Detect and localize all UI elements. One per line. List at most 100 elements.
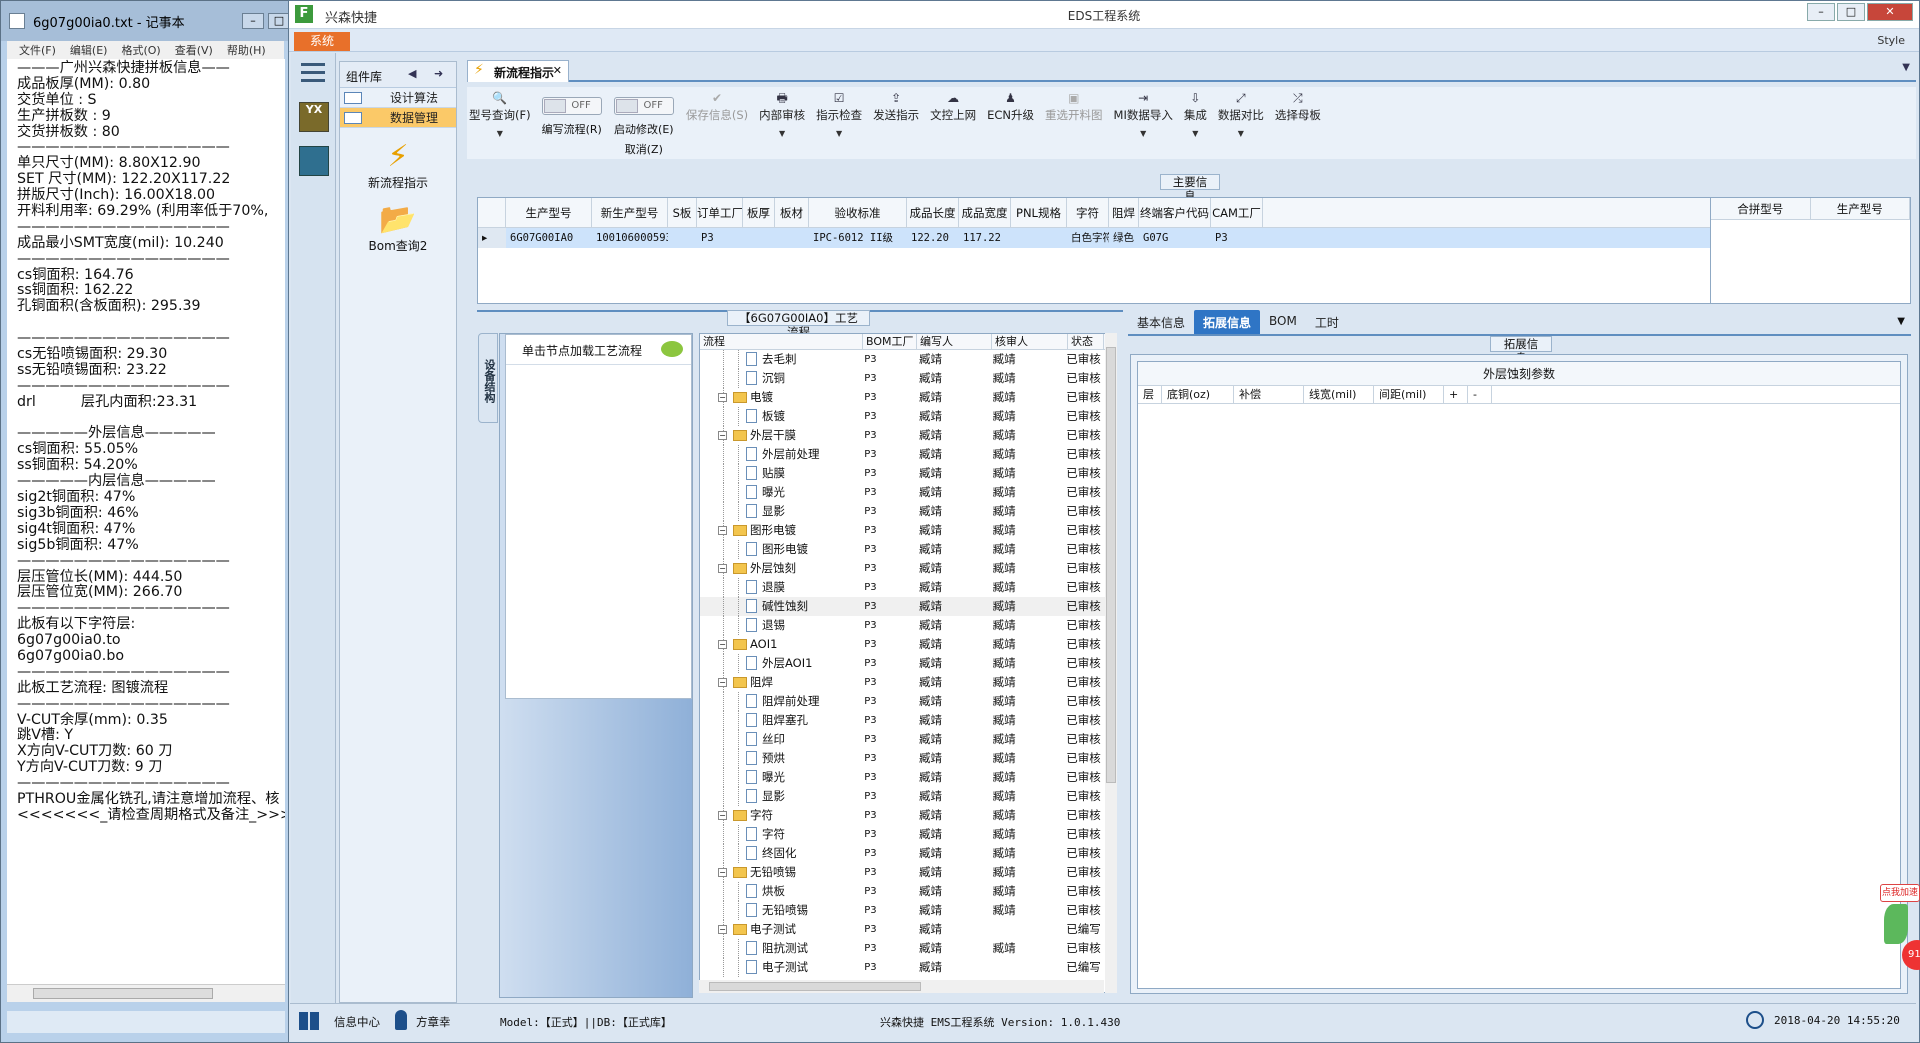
col-header[interactable]: 生产型号 bbox=[506, 198, 592, 227]
toggle-switch[interactable]: OFF bbox=[541, 97, 602, 115]
col-merge-model[interactable]: 合拼型号 bbox=[1711, 198, 1811, 219]
send-instruction-button[interactable]: ⇪ 发送指示 bbox=[873, 87, 919, 123]
tree-row[interactable]: 外层前处理 P3 臧靖 臧靖 已审核 bbox=[700, 445, 1116, 464]
tree-row[interactable]: 丝印 P3 臧靖 臧靖 已审核 bbox=[700, 730, 1116, 749]
chevron-down-icon[interactable]: ▼ bbox=[1192, 129, 1198, 138]
component-item-data-management[interactable]: 数据管理 bbox=[340, 108, 456, 128]
integrate-button[interactable]: ⇩ 集成 ▼ bbox=[1184, 87, 1207, 138]
maximize-button[interactable]: □ bbox=[1837, 3, 1865, 21]
row-indicator[interactable]: ▸ bbox=[478, 228, 506, 248]
speedup-label[interactable]: 点我加速 bbox=[1880, 884, 1920, 902]
collapse-arrow-icon[interactable]: ◀ bbox=[408, 67, 416, 80]
tab-equipment-structure[interactable]: 设备结构 bbox=[478, 333, 498, 423]
main-titlebar[interactable]: F 兴森快捷 EDS工程系统 – □ ✕ bbox=[289, 1, 1919, 29]
scroll-thumb[interactable] bbox=[709, 982, 921, 991]
upload-online-button[interactable]: ☁ 文控上网 bbox=[930, 87, 976, 123]
menu-edit[interactable]: 编辑(E) bbox=[70, 42, 108, 58]
edit-flow-toggle[interactable]: OFF 编写流程(R) bbox=[542, 87, 602, 137]
tree-row[interactable]: 字符 P3 臧靖 臧靖 已审核 bbox=[700, 825, 1116, 844]
minimize-button[interactable]: – bbox=[1807, 3, 1835, 21]
menu-file[interactable]: 文件(F) bbox=[19, 42, 56, 58]
system-button[interactable]: 系统 bbox=[294, 32, 350, 51]
col-header[interactable]: 板材 bbox=[775, 198, 809, 227]
chevron-down-icon[interactable]: ▼ bbox=[1140, 129, 1146, 138]
main-info-row[interactable]: ▸6G07G00IA010010600059316P3IPC-6012 II级1… bbox=[478, 228, 1910, 248]
collapse-icon[interactable]: − bbox=[718, 868, 727, 877]
speedup-widget[interactable]: 点我加速 91 bbox=[1880, 884, 1920, 974]
yx-module-icon[interactable]: YX bbox=[299, 102, 329, 132]
scroll-thumb[interactable] bbox=[1106, 347, 1116, 783]
tree-row[interactable]: 曝光 P3 臧靖 臧靖 已审核 bbox=[700, 768, 1116, 787]
chevron-down-icon[interactable]: ▼ bbox=[836, 129, 842, 138]
col-production-model[interactable]: 生产型号 bbox=[1811, 198, 1910, 219]
tab-extended-info[interactable]: 拓展信息 bbox=[1194, 310, 1261, 334]
tree-row[interactable]: 去毛刺 P3 臧靖 臧靖 已审核 bbox=[700, 350, 1116, 369]
col-process[interactable]: 流程 bbox=[700, 334, 863, 349]
chevron-down-icon[interactable]: ▼ bbox=[1238, 129, 1244, 138]
cell[interactable] bbox=[743, 228, 775, 248]
tab-basic-info[interactable]: 基本信息 bbox=[1128, 310, 1194, 334]
col-compensation[interactable]: 补偿 bbox=[1234, 386, 1304, 403]
instruction-check-button[interactable]: ☑ 指示检查 ▼ bbox=[816, 87, 862, 138]
tree-row[interactable]: − 外层蚀刻 P3 臧靖 臧靖 已审核 bbox=[700, 559, 1116, 578]
cell[interactable] bbox=[775, 228, 809, 248]
tree-row[interactable]: 阻抗测试 P3 臧靖 臧靖 已审核 bbox=[700, 939, 1116, 958]
chevron-down-icon[interactable]: ▼ bbox=[1897, 316, 1905, 327]
component-item-design-algorithm[interactable]: 设计算法 bbox=[340, 88, 456, 108]
tree-row[interactable]: 贴膜 P3 臧靖 臧靖 已审核 bbox=[700, 464, 1116, 483]
col-author[interactable]: 编写人 bbox=[917, 334, 992, 349]
tree-row[interactable]: − 电镀 P3 臧靖 臧靖 已审核 bbox=[700, 388, 1116, 407]
hamburger-menu-icon[interactable] bbox=[301, 63, 325, 82]
cell[interactable] bbox=[668, 228, 697, 248]
minimize-button[interactable]: – bbox=[242, 13, 264, 29]
speed-value-badge[interactable]: 91 bbox=[1902, 940, 1920, 970]
model-query-button[interactable]: 🔍 型号查询(F) ▼ bbox=[469, 87, 531, 138]
col-header[interactable]: PNL规格 bbox=[1011, 198, 1067, 227]
collapse-icon[interactable]: − bbox=[718, 678, 727, 687]
collapse-icon[interactable]: − bbox=[718, 564, 727, 573]
select-master-button[interactable]: ⤮ 选择母板 bbox=[1275, 87, 1321, 123]
ecn-upgrade-button[interactable]: ♟ ECN升级 bbox=[987, 87, 1034, 123]
notepad-titlebar[interactable]: 6g07g00ia0.txt - 记事本 – □ bbox=[1, 1, 290, 41]
tool-bom-query[interactable]: 📂 Bom查询2 bbox=[340, 203, 456, 254]
tree-row[interactable]: 退锡 P3 臧靖 臧靖 已审核 bbox=[700, 616, 1116, 635]
tree-row[interactable]: 电子测试 P3 臧靖 已编写 bbox=[700, 958, 1116, 977]
col-header[interactable]: 阻焊 bbox=[1109, 198, 1139, 227]
tree-row[interactable]: 曝光 P3 臧靖 臧靖 已审核 bbox=[700, 483, 1116, 502]
tree-row[interactable]: − 外层干膜 P3 臧靖 臧靖 已审核 bbox=[700, 426, 1116, 445]
cell[interactable]: P3 bbox=[697, 228, 743, 248]
cell[interactable]: 绿色 bbox=[1109, 228, 1139, 248]
info-center-link[interactable]: 信息中心 bbox=[334, 1014, 380, 1030]
tree-row[interactable]: − 图形电镀 P3 臧靖 臧靖 已审核 bbox=[700, 521, 1116, 540]
notepad-hscrollbar[interactable] bbox=[7, 984, 285, 1002]
cell[interactable]: P3 bbox=[1211, 228, 1263, 248]
collapse-icon[interactable]: − bbox=[718, 925, 727, 934]
internal-review-button[interactable]: 🖶 内部审核 ▼ bbox=[759, 87, 805, 138]
tree-row[interactable]: 显影 P3 臧靖 臧靖 已审核 bbox=[700, 502, 1116, 521]
tree-row[interactable]: 无铅喷锡 P3 臧靖 臧靖 已审核 bbox=[700, 901, 1116, 920]
tree-row[interactable]: 退膜 P3 臧靖 臧靖 已审核 bbox=[700, 578, 1116, 597]
col-header[interactable]: S板 bbox=[668, 198, 697, 227]
col-reviewer[interactable]: 核审人 bbox=[992, 334, 1068, 349]
tree-row[interactable]: − 无铅喷锡 P3 臧靖 臧靖 已审核 bbox=[700, 863, 1116, 882]
cell[interactable]: 白色字符 bbox=[1067, 228, 1109, 248]
tree-row[interactable]: − 字符 P3 臧靖 臧靖 已审核 bbox=[700, 806, 1116, 825]
col-header[interactable]: 验收标准 bbox=[809, 198, 907, 227]
chevron-down-icon[interactable]: ▼ bbox=[1902, 62, 1910, 73]
tab-man-hours[interactable]: 工时 bbox=[1306, 310, 1348, 334]
col-header[interactable]: 板厚 bbox=[743, 198, 775, 227]
col-header[interactable]: 新生产型号 bbox=[592, 198, 668, 227]
col-header[interactable]: 字符 bbox=[1067, 198, 1109, 227]
col-header[interactable]: 成品长度 bbox=[907, 198, 959, 227]
tree-row[interactable]: 沉铜 P3 臧靖 臧靖 已审核 bbox=[700, 369, 1116, 388]
tree-row[interactable]: 碱性蚀刻 P3 臧靖 臧靖 已审核 bbox=[700, 597, 1116, 616]
tree-row[interactable]: 显影 P3 臧靖 臧靖 已审核 bbox=[700, 787, 1116, 806]
col-line-width[interactable]: 线宽(mil) bbox=[1304, 386, 1374, 403]
tree-row[interactable]: 阻焊塞孔 P3 臧靖 臧靖 已审核 bbox=[700, 711, 1116, 730]
collapse-icon[interactable]: − bbox=[718, 526, 727, 535]
toggle-switch[interactable]: OFF bbox=[613, 97, 674, 115]
close-tab-icon[interactable]: ✕ bbox=[553, 64, 562, 77]
menu-format[interactable]: 格式(O) bbox=[121, 42, 160, 58]
cell[interactable]: 6G07G00IA0 bbox=[506, 228, 592, 248]
tree-row[interactable]: 预烘 P3 臧靖 臧靖 已审核 bbox=[700, 749, 1116, 768]
